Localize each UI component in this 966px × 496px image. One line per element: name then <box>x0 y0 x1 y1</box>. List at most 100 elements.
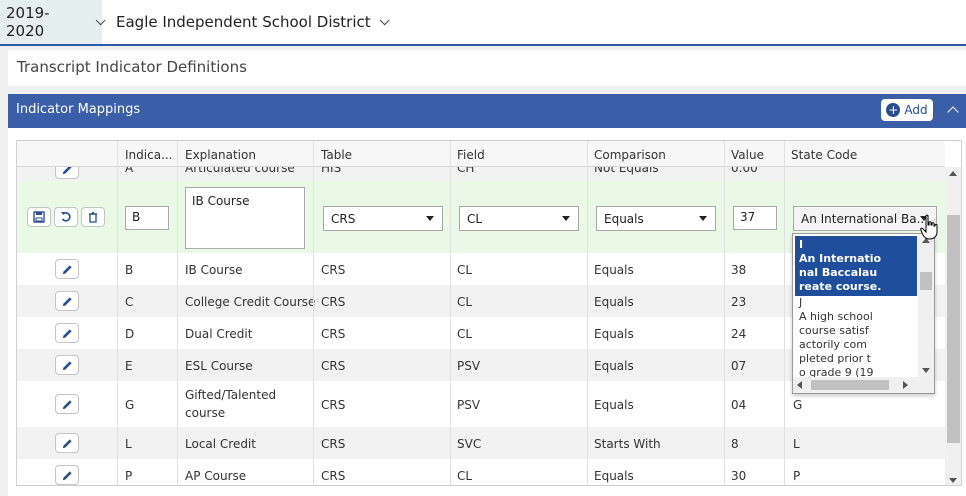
cell-indicator: B <box>125 263 134 277</box>
caret-down-icon <box>426 216 434 221</box>
cell-value: 04 <box>731 398 747 412</box>
edit-button[interactable] <box>55 433 79 453</box>
state-code-select[interactable]: An International Ba... <box>793 206 937 231</box>
column-header-table[interactable]: Table <box>321 148 352 162</box>
column-header-explanation[interactable]: Explanation <box>185 148 256 162</box>
column-header-indicator[interactable]: Indica... <box>125 148 173 162</box>
edit-button[interactable] <box>55 394 79 414</box>
scroll-down-icon[interactable] <box>922 368 930 373</box>
column-header-state-code[interactable]: State Code <box>791 148 857 162</box>
scroll-left-icon[interactable] <box>797 381 802 389</box>
undo-button[interactable] <box>54 207 78 227</box>
comparison-select[interactable]: Equals <box>596 206 716 231</box>
cell-indicator: E <box>125 359 133 373</box>
edit-button[interactable] <box>55 291 79 311</box>
pencil-icon <box>62 360 72 370</box>
scrollbar-thumb[interactable] <box>811 380 889 390</box>
chevron-down-icon <box>379 14 390 25</box>
scroll-down-icon[interactable] <box>949 478 957 483</box>
cell-explanation: IB Course <box>185 263 243 277</box>
column-header-field[interactable]: Field <box>457 148 485 162</box>
dropdown-option[interactable]: J A high school course satisf actorily c… <box>795 294 917 382</box>
add-button[interactable]: + Add <box>881 99 933 121</box>
cell-value: 38 <box>731 263 747 277</box>
cell-field: SVC <box>457 437 482 451</box>
chevron-up-icon[interactable] <box>947 106 959 118</box>
scrollbar-thumb[interactable] <box>947 215 960 443</box>
column-divider <box>450 141 451 485</box>
save-button[interactable] <box>27 207 51 227</box>
cell-comparison: Equals <box>594 359 634 373</box>
grid-header: Indica... Explanation Table Field Compar… <box>17 141 945 167</box>
district-value: Eagle Independent School District <box>116 13 371 31</box>
cell-indicator: D <box>125 327 135 341</box>
delete-button[interactable] <box>81 207 105 227</box>
cell-table: CRS <box>321 263 346 277</box>
cell-table: CRS <box>321 398 346 412</box>
cell-indicator: C <box>125 295 134 309</box>
column-header-value[interactable]: Value <box>731 148 764 162</box>
cell-explanation: College Credit Course <box>185 295 316 309</box>
cell-explanation: AP Course <box>185 469 247 483</box>
district-select[interactable]: Eagle Independent School District <box>116 0 390 44</box>
dropdown-vertical-scrollbar[interactable] <box>918 234 934 377</box>
caret-down-icon <box>699 216 707 221</box>
table-row: L Local Credit CRS SVC Starts With 8 L <box>17 427 945 459</box>
column-header-comparison[interactable]: Comparison <box>594 148 666 162</box>
save-icon <box>33 211 45 223</box>
option-text-line: A high school <box>799 310 873 323</box>
panel-header: Indicator Mappings + Add <box>8 94 966 128</box>
pencil-icon <box>62 167 71 174</box>
school-year-select[interactable]: 2019-2020 <box>0 0 106 44</box>
option-text-line: actorily com <box>799 338 867 351</box>
explanation-textarea[interactable]: IB Course <box>185 187 305 249</box>
dropdown-horizontal-scrollbar[interactable] <box>793 377 934 393</box>
table-select[interactable]: CRS <box>323 206 443 231</box>
cell-explanation-line2: course <box>185 406 226 420</box>
edit-button[interactable] <box>55 355 79 375</box>
chevron-down-icon <box>95 14 106 25</box>
scrollbar-thumb[interactable] <box>920 272 932 290</box>
cell-field: CL <box>457 263 473 277</box>
option-text-line: reate course. <box>799 280 882 293</box>
option-text-line: pleted prior t <box>799 352 871 365</box>
cell-explanation: Articulated course <box>185 167 295 175</box>
grid-scrollbar[interactable] <box>945 167 961 485</box>
indicator-input[interactable]: B <box>125 206 169 230</box>
column-divider <box>784 141 785 485</box>
cell-value: 07 <box>731 359 747 373</box>
add-button-label: Add <box>904 103 928 117</box>
cell-field: CL <box>457 469 473 483</box>
cell-explanation: ESL Course <box>185 359 253 373</box>
scroll-up-icon[interactable] <box>949 171 957 176</box>
cell-table: CRS <box>321 359 346 373</box>
value-input[interactable]: 37 <box>733 206 777 230</box>
field-select-value: CL <box>467 212 483 226</box>
dropdown-option-selected[interactable]: I An Internatio nal Baccalau reate cours… <box>795 236 917 296</box>
edit-button[interactable] <box>55 167 79 179</box>
column-divider <box>117 141 118 485</box>
pencil-icon <box>62 470 72 480</box>
edit-button[interactable] <box>55 259 79 279</box>
cell-value: 8 <box>731 437 739 451</box>
cell-explanation: Dual Credit <box>185 327 253 341</box>
cell-table: HIS <box>321 167 342 175</box>
edit-button[interactable] <box>55 465 79 485</box>
cell-field: CH <box>457 167 475 175</box>
cell-explanation: Gifted/Talented <box>185 388 277 402</box>
page-title: Transcript Indicator Definitions <box>17 58 247 76</box>
table-row: P AP Course CRS CL Equals 30 P <box>17 459 945 485</box>
state-code-dropdown-list: I An Internatio nal Baccalau reate cours… <box>792 233 935 394</box>
option-code: J <box>799 296 803 309</box>
cell-indicator: L <box>125 437 132 451</box>
field-select[interactable]: CL <box>459 206 579 231</box>
edit-button[interactable] <box>55 323 79 343</box>
cell-value: 24 <box>731 327 747 341</box>
panel-title: Indicator Mappings <box>16 102 141 117</box>
cell-value: 30 <box>731 469 747 483</box>
pencil-icon <box>62 438 72 448</box>
undo-icon <box>61 212 71 222</box>
caret-down-icon <box>562 216 570 221</box>
pencil-icon <box>62 328 72 338</box>
scroll-right-icon[interactable] <box>903 381 908 389</box>
